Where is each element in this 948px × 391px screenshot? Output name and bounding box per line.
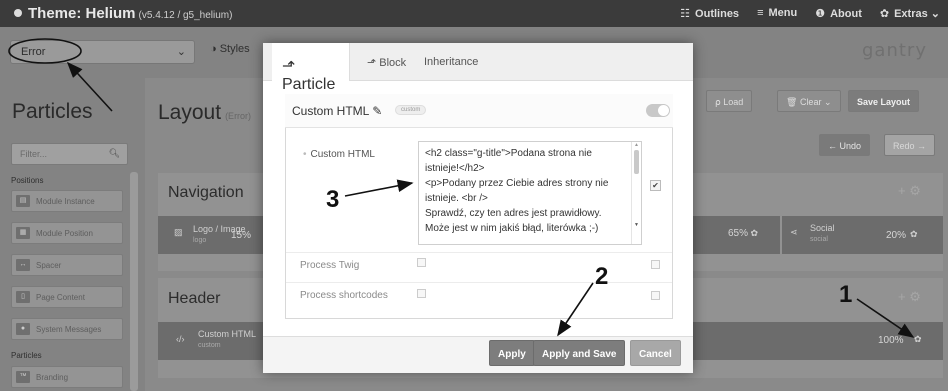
annotation-arrow-3 bbox=[344, 179, 414, 197]
annotation-arrow-2 bbox=[557, 282, 594, 337]
annotation-number-1: 1 bbox=[839, 281, 853, 308]
annotation-arrow-1 bbox=[856, 298, 915, 338]
annotation-overlay bbox=[8, 38, 915, 338]
highlight-ellipse bbox=[8, 38, 82, 64]
annotation-arrow-top bbox=[66, 61, 113, 112]
annotation-number-3: 3 bbox=[326, 186, 340, 213]
annotation-number-2: 2 bbox=[595, 263, 609, 290]
